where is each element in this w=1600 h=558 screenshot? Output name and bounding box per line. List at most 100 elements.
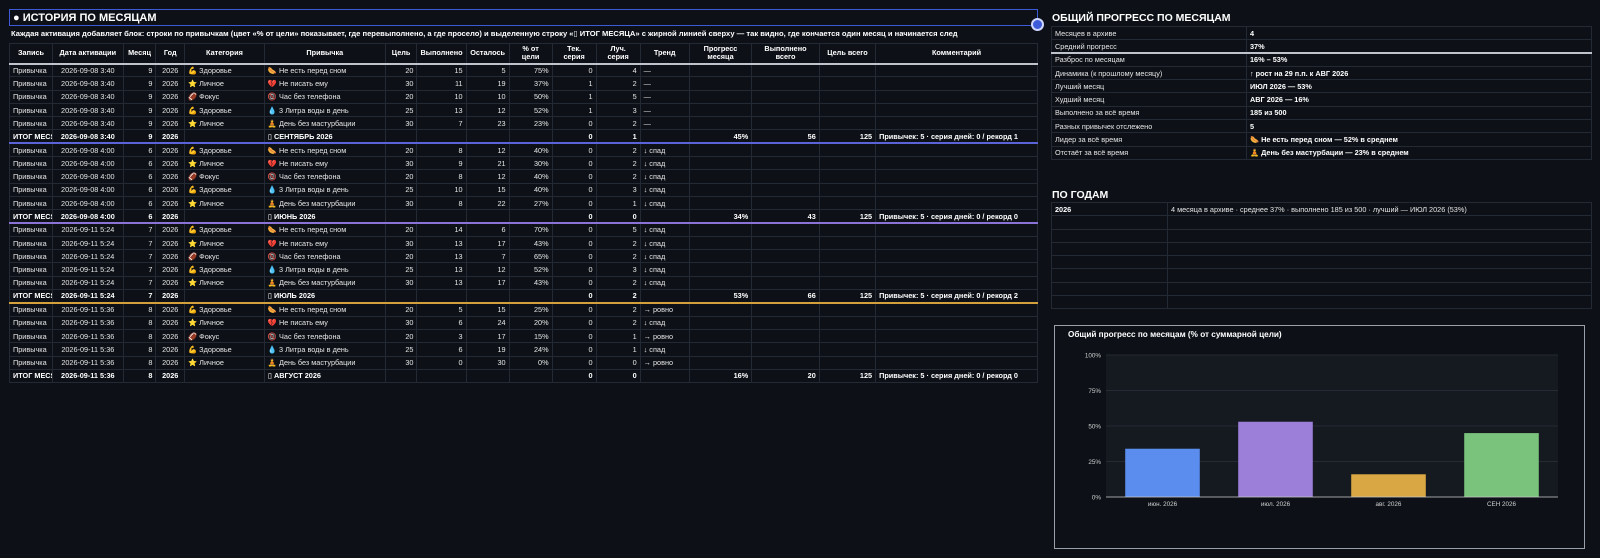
- month-total-row[interactable]: ИТОГ МЕСЯЦА2026-09-11 5:3682026 ▯ АВГУСТ …: [9, 368, 1038, 384]
- cell-percent[interactable]: 52%: [508, 102, 553, 118]
- cell-trend[interactable]: → ровно: [639, 302, 690, 317]
- cell-year[interactable]: 2026: [155, 169, 186, 184]
- cell-best-streak[interactable]: 2: [595, 302, 641, 317]
- cell-record[interactable]: Привычка: [9, 76, 53, 91]
- cell-month-progress[interactable]: [688, 116, 753, 131]
- cell-trend[interactable]: ↓ спад: [639, 195, 690, 211]
- cell-done[interactable]: 13: [416, 262, 467, 277]
- month-total-row[interactable]: ИТОГ МЕСЯЦА2026-09-08 4:0062026 ▯ ИЮНЬ 20…: [9, 209, 1038, 225]
- cell-category[interactable]: 💪 Здоровье: [184, 222, 265, 237]
- col-header-goal[interactable]: Цель: [384, 43, 418, 65]
- cell-current-streak[interactable]: 1: [551, 102, 597, 118]
- cell-habit[interactable]: 📵 Час без телефона: [263, 169, 386, 184]
- habit-row[interactable]: Привычка 2026-09-08 4:00 6 2026 ⭐ Личное 🧘 Де…: [9, 195, 1038, 211]
- habit-row[interactable]: Привычка 2026-09-08 3:40 9 2026 🏈 Фокус 📵 Час…: [9, 89, 1038, 104]
- cell-goal[interactable]: 20: [384, 62, 418, 78]
- cell-goal-total[interactable]: [818, 142, 877, 158]
- cell-remaining[interactable]: 22: [465, 195, 510, 211]
- cell-category[interactable]: ⭐ Личное: [184, 156, 265, 171]
- cell-remaining[interactable]: 30: [465, 355, 510, 370]
- cell-done[interactable]: 13: [416, 275, 467, 291]
- cell-goal-total[interactable]: [818, 169, 877, 184]
- summary-row[interactable]: Выполнено за всё время 185 из 500: [1051, 105, 1592, 121]
- habit-row[interactable]: Привычка 2026-09-08 3:40 9 2026 💪 Здоровье 💧 …: [9, 102, 1038, 118]
- cell-percent[interactable]: [508, 289, 553, 304]
- cell-best-streak[interactable]: 2: [595, 116, 641, 131]
- cell-best-streak[interactable]: 2: [595, 315, 641, 330]
- cell-current-streak[interactable]: 0: [551, 142, 597, 158]
- cell-month[interactable]: 7: [122, 275, 157, 291]
- cell-best-streak[interactable]: 2: [595, 76, 641, 91]
- cell-goal-total[interactable]: [818, 328, 877, 344]
- cell-category[interactable]: 🏈 Фокус: [184, 89, 265, 104]
- cell-month-progress[interactable]: 16%: [688, 368, 753, 384]
- year-cell[interactable]: 2026: [1051, 201, 1168, 217]
- habit-row[interactable]: Привычка 2026-09-11 5:24 7 2026 💪 Здоровье 💧 …: [9, 262, 1038, 277]
- cell-comment[interactable]: [875, 262, 1038, 277]
- year-cell[interactable]: [1051, 295, 1168, 310]
- cell-activation-date[interactable]: 2026-09-08 4:00: [52, 195, 124, 211]
- cell-comment[interactable]: [875, 182, 1038, 197]
- cell-goal[interactable]: 20: [384, 328, 418, 344]
- cell-month-progress[interactable]: [688, 89, 753, 104]
- summary-value[interactable]: ИЮЛ 2026 — 53%: [1246, 79, 1592, 94]
- cell-month-progress[interactable]: [688, 62, 753, 78]
- cell-year[interactable]: 2026: [155, 315, 186, 330]
- cell-goal-total[interactable]: 125: [818, 289, 877, 304]
- cell-month-progress[interactable]: [688, 102, 753, 118]
- cell-best-streak[interactable]: 2: [595, 156, 641, 171]
- cell-goal-total[interactable]: [818, 355, 877, 370]
- cell-habit[interactable]: ▯ СЕНТЯБРЬ 2026: [263, 129, 386, 145]
- cell-category[interactable]: 💪 Здоровье: [184, 342, 265, 357]
- cell-remaining[interactable]: 7: [465, 249, 510, 264]
- cell-best-streak[interactable]: 3: [595, 182, 641, 197]
- cell-activation-date[interactable]: 2026-09-11 5:24: [52, 222, 124, 237]
- cell-current-streak[interactable]: 0: [551, 209, 597, 225]
- year-cell[interactable]: [1051, 281, 1168, 297]
- cell-habit[interactable]: 🧘 День без мастурбации: [263, 195, 386, 211]
- cell-current-streak[interactable]: 0: [551, 328, 597, 344]
- cell-current-streak[interactable]: 0: [551, 275, 597, 291]
- cell-record[interactable]: Привычка: [9, 235, 53, 251]
- cell-habit[interactable]: 🌭 Не есть перед сном: [263, 62, 386, 78]
- cell-done-total[interactable]: [751, 302, 820, 317]
- cell-trend[interactable]: → ровно: [639, 328, 690, 344]
- cell-trend[interactable]: ↓ спад: [639, 142, 690, 158]
- cell-month-progress[interactable]: [688, 169, 753, 184]
- cell-activation-date[interactable]: 2026-09-11 5:24: [52, 235, 124, 251]
- cell-habit[interactable]: 💔 Не писать ему: [263, 156, 386, 171]
- cell-habit[interactable]: 🧘 День без мастурбации: [263, 116, 386, 131]
- cell-activation-date[interactable]: 2026-09-08 3:40: [52, 89, 124, 104]
- cell-record[interactable]: Привычка: [9, 222, 53, 237]
- cell-category[interactable]: [184, 289, 265, 304]
- summary-label[interactable]: Средний прогресс: [1051, 39, 1247, 55]
- col-header-month[interactable]: Месяц: [122, 43, 157, 65]
- cell-remaining[interactable]: 10: [465, 89, 510, 104]
- cell-goal-total[interactable]: 125: [818, 129, 877, 145]
- cell-done[interactable]: 13: [416, 102, 467, 118]
- cell-percent[interactable]: 20%: [508, 315, 553, 330]
- cell-year[interactable]: 2026: [155, 355, 186, 370]
- cell-remaining[interactable]: 12: [465, 169, 510, 184]
- cell-goal-total[interactable]: 125: [818, 368, 877, 384]
- cell-remaining[interactable]: 19: [465, 342, 510, 357]
- cell-habit[interactable]: 🧘 День без мастурбации: [263, 275, 386, 291]
- cell-percent[interactable]: 50%: [508, 89, 553, 104]
- cell-best-streak[interactable]: 3: [595, 102, 641, 118]
- cell-habit[interactable]: 🧘 День без мастурбации: [263, 355, 386, 370]
- cell-activation-date[interactable]: 2026-09-11 5:24: [52, 289, 124, 304]
- cell-year[interactable]: 2026: [155, 62, 186, 78]
- habit-row[interactable]: Привычка 2026-09-11 5:36 8 2026 ⭐ Личное 💔 Не…: [9, 315, 1038, 330]
- cell-comment[interactable]: [875, 342, 1038, 357]
- cell-category[interactable]: 💪 Здоровье: [184, 102, 265, 118]
- cell-done-total[interactable]: [751, 262, 820, 277]
- cell-comment[interactable]: [875, 142, 1038, 158]
- cell-activation-date[interactable]: 2026-09-11 5:36: [52, 315, 124, 330]
- col-header-habit[interactable]: Привычка: [263, 43, 386, 65]
- cell-year[interactable]: 2026: [155, 195, 186, 211]
- cell-percent[interactable]: 23%: [508, 116, 553, 131]
- cell-goal[interactable]: 20: [384, 249, 418, 264]
- col-header-record[interactable]: Запись: [9, 43, 53, 65]
- cell-done[interactable]: [416, 129, 467, 145]
- cell-goal-total[interactable]: [818, 156, 877, 171]
